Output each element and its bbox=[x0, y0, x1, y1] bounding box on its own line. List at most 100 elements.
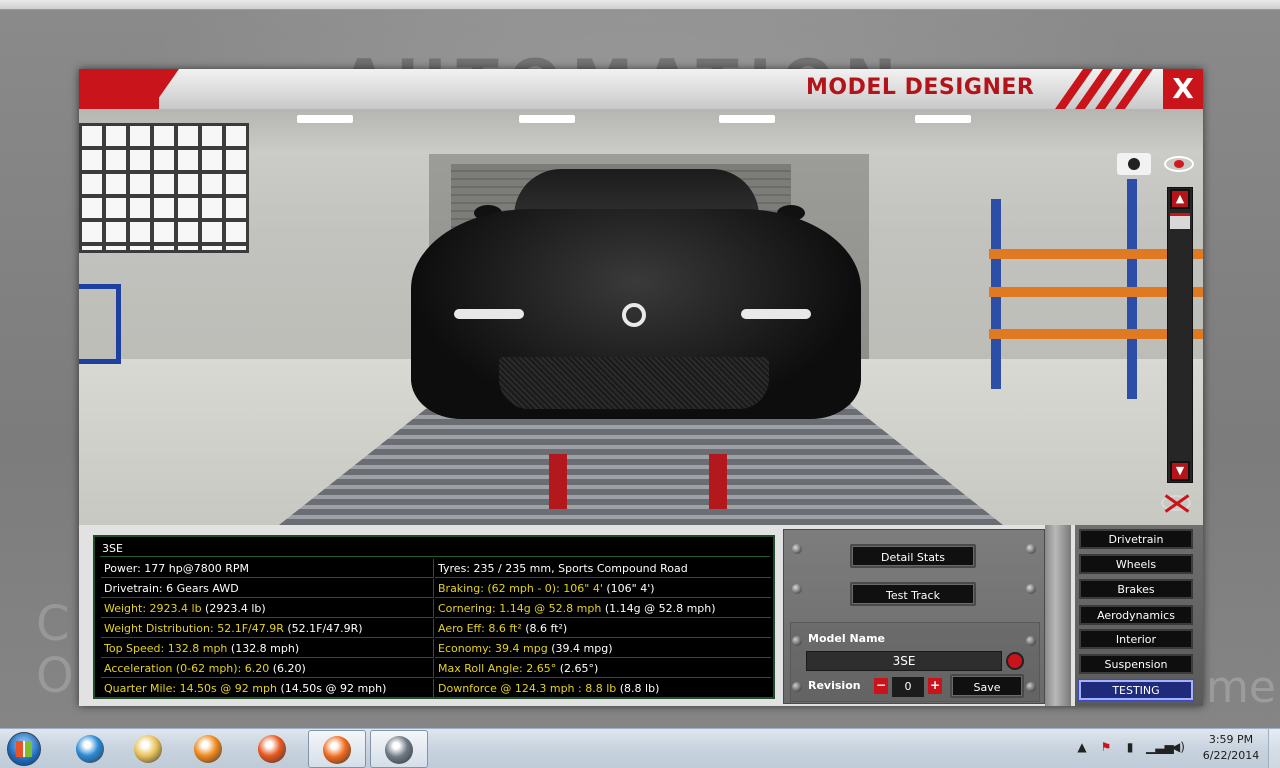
reset-name-icon[interactable] bbox=[1006, 652, 1024, 670]
chevron-up-icon[interactable]: ▲ bbox=[1074, 739, 1090, 755]
eye-icon[interactable] bbox=[1162, 153, 1196, 175]
car-badge-icon bbox=[622, 303, 646, 327]
camera-icon[interactable] bbox=[1117, 153, 1151, 175]
stat-label: Top Speed: 132.8 mph bbox=[104, 642, 228, 655]
revision-decrement-button[interactable]: − bbox=[874, 678, 888, 694]
actions-panel: Detail Stats Test Track Model Name 3SE R… bbox=[783, 529, 1045, 704]
origin-icon[interactable] bbox=[308, 730, 366, 768]
chevron-up-icon[interactable]: ▲ bbox=[1170, 189, 1190, 209]
signal-bars-icon[interactable]: ▁▃▅ bbox=[1146, 739, 1174, 755]
model-name-field[interactable]: 3SE bbox=[806, 651, 1002, 671]
nav-item-testing[interactable]: TESTING bbox=[1079, 680, 1193, 700]
nav-item-wheels[interactable]: Wheels bbox=[1079, 554, 1193, 574]
background-left-text: CO bbox=[36, 596, 74, 704]
nav-item-aerodynamics[interactable]: Aerodynamics bbox=[1079, 605, 1193, 625]
flag-red-x-icon[interactable]: ⚑ bbox=[1098, 739, 1114, 755]
eye-pupil bbox=[1174, 160, 1184, 168]
clock-date: 6/22/2014 bbox=[1202, 749, 1260, 762]
nav-item-drivetrain[interactable]: Drivetrain bbox=[1079, 529, 1193, 549]
test-track-button[interactable]: Test Track bbox=[850, 582, 976, 606]
app-glyph bbox=[134, 735, 162, 763]
system-tray: ▲ ⚑ ▮ ▁▃▅ ◀) bbox=[1072, 735, 1192, 761]
stat-row: Quarter Mile: 14.50s @ 92 mph (14.50s @ … bbox=[101, 679, 434, 698]
app-glyph bbox=[385, 736, 413, 764]
stat-value: (8.6 ft²) bbox=[521, 622, 568, 635]
speaker-icon[interactable]: ◀) bbox=[1170, 739, 1186, 755]
app-glyph bbox=[194, 735, 222, 763]
stats-panel: 3SE Power: 177 hp@7800 RPM Drivetrain: 6 … bbox=[93, 535, 775, 699]
stat-value: (1.14g @ 52.8 mph) bbox=[601, 602, 716, 615]
zoom-slider-thumb[interactable] bbox=[1170, 213, 1190, 229]
detail-stats-button[interactable]: Detail Stats bbox=[850, 544, 976, 568]
automation-game-icon[interactable] bbox=[370, 730, 428, 768]
revision-label: Revision bbox=[808, 679, 861, 692]
windows-start-icon[interactable] bbox=[4, 730, 46, 768]
revision-value[interactable]: 0 bbox=[892, 677, 924, 697]
app-glyph bbox=[258, 735, 286, 763]
rivet bbox=[1026, 584, 1036, 594]
stat-value: (6.20) bbox=[269, 662, 306, 675]
blue-frame bbox=[79, 284, 121, 364]
ceiling-light bbox=[719, 115, 775, 123]
zoom-scrollbar[interactable] bbox=[1167, 187, 1193, 483]
firefox-icon[interactable] bbox=[244, 730, 302, 768]
ceiling-light bbox=[519, 115, 575, 123]
clock[interactable]: 3:59 PM 6/22/2014 bbox=[1196, 732, 1266, 766]
ceiling-light bbox=[297, 115, 353, 123]
car-grille bbox=[499, 357, 769, 409]
model-designer-window: MODEL DESIGNER X ▲ ▼ 3SE Power: 177 hp@7… bbox=[79, 69, 1203, 706]
stat-label: Power: 177 hp@7800 RPM bbox=[104, 562, 249, 575]
close-button[interactable]: X bbox=[1163, 69, 1203, 109]
stat-value: (14.50s @ 92 mph) bbox=[276, 682, 387, 695]
stat-label: Cornering: 1.14g @ 52.8 mph bbox=[438, 602, 602, 615]
modal-title: MODEL DESIGNER bbox=[806, 75, 1035, 100]
battery-icon[interactable]: ▮ bbox=[1122, 739, 1138, 755]
app-glyph bbox=[323, 736, 351, 764]
stat-value: (106" 4') bbox=[602, 582, 655, 595]
internet-explorer-icon[interactable] bbox=[62, 730, 120, 768]
nav-item-suspension[interactable]: Suspension bbox=[1079, 654, 1193, 674]
stat-label: Acceleration (0-62 mph): 6.20 bbox=[104, 662, 270, 675]
stat-value: (39.4 mpg) bbox=[547, 642, 613, 655]
stats-model-code: 3SE bbox=[100, 541, 770, 557]
app-glyph bbox=[76, 735, 104, 763]
stat-row: Braking: (62 mph - 0): 106" 4' (106" 4') bbox=[435, 579, 771, 598]
background-right-text: me bbox=[1206, 662, 1276, 713]
revision-increment-button[interactable]: + bbox=[928, 678, 942, 694]
stat-value: (2923.4 lb) bbox=[201, 602, 266, 615]
nav-item-interior[interactable]: Interior bbox=[1079, 629, 1193, 649]
lift-arm bbox=[709, 454, 727, 509]
stat-row: Downforce @ 124.3 mph : 8.8 lb (8.8 lb) bbox=[435, 679, 771, 698]
stat-label: Quarter Mile: 14.50s @ 92 mph bbox=[104, 682, 277, 695]
stat-label: Economy: 39.4 mpg bbox=[438, 642, 548, 655]
eye-crossed-icon[interactable] bbox=[1159, 491, 1193, 517]
stat-row: Weight: 2923.4 lb (2923.4 lb) bbox=[101, 599, 434, 618]
stat-label: Max Roll Angle: 2.65° bbox=[438, 662, 557, 675]
clock-time: 3:59 PM bbox=[1208, 733, 1254, 746]
stat-label: Aero Eff: 8.6 ft² bbox=[438, 622, 522, 635]
stat-label: Downforce @ 124.3 mph : 8.8 lb bbox=[438, 682, 617, 695]
bottom-panel: 3SE Power: 177 hp@7800 RPM Drivetrain: 6 … bbox=[79, 525, 1203, 706]
show-desktop-button[interactable] bbox=[1268, 729, 1280, 768]
media-player-icon[interactable] bbox=[180, 730, 238, 768]
windows-flag bbox=[16, 741, 32, 757]
ceiling-light bbox=[915, 115, 971, 123]
stat-label: Drivetrain: 6 Gears AWD bbox=[104, 582, 239, 595]
rivet bbox=[792, 584, 802, 594]
rivet bbox=[792, 544, 802, 554]
panel-divider bbox=[1045, 525, 1071, 706]
file-explorer-icon[interactable] bbox=[120, 730, 178, 768]
car-headlight bbox=[454, 309, 524, 319]
stat-value: (132.8 mph) bbox=[227, 642, 300, 655]
lift-arm bbox=[549, 454, 567, 509]
stat-label: Braking: (62 mph - 0): 106" 4' bbox=[438, 582, 603, 595]
modal-header: MODEL DESIGNER X bbox=[79, 69, 1203, 109]
nav-item-brakes[interactable]: Brakes bbox=[1079, 579, 1193, 599]
stat-row: Max Roll Angle: 2.65° (2.65°) bbox=[435, 659, 771, 678]
stat-row: Cornering: 1.14g @ 52.8 mph (1.14g @ 52.… bbox=[435, 599, 771, 618]
chevron-down-icon[interactable]: ▼ bbox=[1170, 461, 1190, 481]
car-3d-viewport[interactable]: ▲ ▼ bbox=[79, 109, 1203, 525]
stat-row: Acceleration (0-62 mph): 6.20 (6.20) bbox=[101, 659, 434, 678]
garage-window bbox=[79, 123, 249, 253]
save-button[interactable]: Save bbox=[950, 674, 1024, 698]
